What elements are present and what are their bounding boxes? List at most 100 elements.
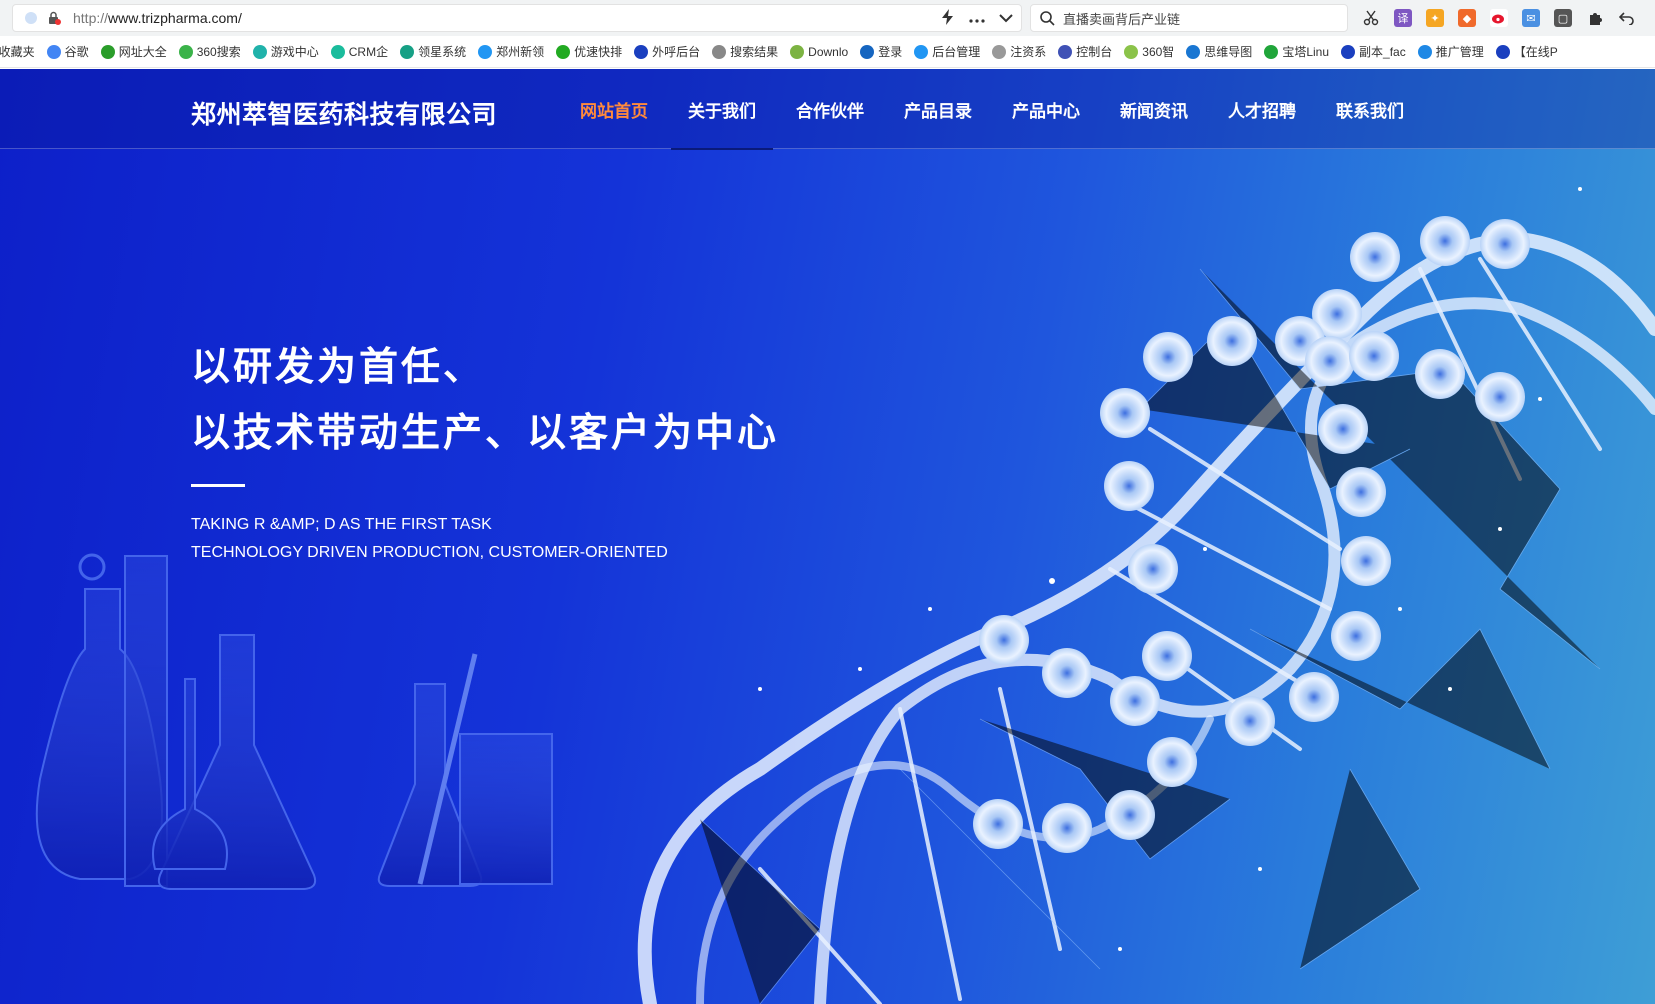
bookmark-label: 登录 [878,45,903,59]
bookmark-favicon-icon [860,44,875,59]
bookmark-favicon-icon [1186,44,1201,59]
bookmark-favicon-icon [178,44,193,59]
search-box[interactable]: 直播卖画背后产业链 [1030,4,1348,32]
bookmark-item[interactable]: l收藏夹 [0,43,35,60]
bookmark-label: 游戏中心 [270,45,319,59]
bookmark-label: Downlo [808,44,849,59]
menu-catalog[interactable]: 产品目录 [884,69,992,149]
window-icon[interactable]: ▢ [1554,9,1572,27]
url-host: www.trizpharma.com/ [108,10,242,26]
bookmark-favicon-icon [1495,44,1510,59]
menu-partners[interactable]: 合作伙伴 [776,69,884,149]
undo-icon[interactable] [1618,9,1636,27]
bookmark-item[interactable]: 控制台 [1058,43,1112,60]
menu-careers[interactable]: 人才招聘 [1208,69,1316,149]
dna-helix [637,231,1655,1004]
bookmark-item[interactable]: 登录 [860,43,902,60]
chevron-down-icon[interactable] [999,11,1013,27]
website-hero: 郑州萃智医药科技有限公司 网站首页 关于我们 合作伙伴 产品目录 产品中心 新闻… [0,69,1655,1004]
bookmark-favicon-icon [1264,44,1279,59]
bookmark-item[interactable]: 领星系统 [400,43,466,60]
bookmark-item[interactable]: 宝塔Linu [1264,43,1329,60]
sparkles [758,187,1582,951]
hero-title-line2: 以技术带动生产、以客户为中心 [191,411,780,456]
site-favicon-icon [25,12,37,24]
game-icon[interactable]: ◆ [1458,9,1476,27]
bookmark-label: 控制台 [1076,45,1113,59]
bookmarks-bar: l收藏夹 谷歌 网址大全 360搜索 游戏中心 CRM企 领星系统 郑州新领 优速快排 外呼后台 搜… [0,36,1655,68]
bookmark-label: 注资系 [1010,45,1047,59]
menu-products[interactable]: 产品中心 [992,69,1100,149]
bookmark-favicon-icon [1341,44,1356,59]
bookmark-item[interactable]: 游戏中心 [252,43,319,60]
bookmark-label: 宝塔Linu [1282,45,1330,59]
menu-contact[interactable]: 联系我们 [1316,69,1424,149]
bookmark-item[interactable]: 郑州新领 [478,43,544,60]
bookmark-item[interactable]: 网址大全 [100,43,167,60]
lab-glassware [35,553,553,890]
search-icon [1040,11,1055,26]
bookmark-item[interactable]: 外呼后台 [634,43,700,60]
weibo-icon[interactable] [1490,9,1508,27]
bookmark-item[interactable]: 【在线P [1495,43,1558,60]
bookmark-favicon-icon [400,44,415,59]
bookmark-favicon-icon [1058,44,1073,59]
menu-home[interactable]: 网站首页 [560,69,668,149]
hero-title: 以研发为首任、 以技术带动生产、以客户为中心 [191,335,779,467]
bookmark-item[interactable]: 360智 [1124,43,1174,60]
hero-title-line1: 以研发为首任、 [191,345,486,390]
bookmark-favicon-icon [556,44,571,59]
bookmark-favicon-icon [914,44,929,59]
bookmark-label: 谷歌 [64,45,89,59]
bookmark-favicon-icon [790,44,805,59]
bookmark-favicon-icon [1124,44,1139,59]
bookmark-label: 【在线P [1513,45,1558,59]
bookmark-favicon-icon [1417,44,1432,59]
bookmark-label: 外呼后台 [652,45,701,59]
bookmark-favicon-icon [330,44,345,59]
bookmark-item[interactable]: 思维导图 [1186,43,1252,60]
more-options-icon[interactable] [969,11,985,27]
menu-news[interactable]: 新闻资讯 [1100,69,1208,149]
dna-nodes [973,216,1530,853]
lightning-icon[interactable] [941,9,955,29]
bookmark-item[interactable]: Downlo [790,44,849,59]
bookmark-item[interactable]: CRM企 [330,43,389,60]
bookmark-item[interactable]: 谷歌 [46,43,89,60]
bookmark-label: 领星系统 [418,45,467,59]
network-lines [699,268,1601,1004]
bookmark-label: 360搜索 [196,45,241,59]
url-text[interactable]: http://www.trizpharma.com/ [73,10,242,26]
hero-subtitle: TAKING R &AMP; D AS THE FIRST TASK TECHN… [191,511,668,567]
bookmark-item[interactable]: 推广管理 [1417,43,1484,60]
bookmark-label: 副本_fac [1359,45,1406,59]
bookmark-label: 搜索结果 [730,45,779,59]
translate-icon[interactable]: 译 [1394,9,1412,27]
company-logo[interactable]: 郑州萃智医药科技有限公司 [191,95,497,131]
hero-divider [191,484,245,487]
url-protocol: http:// [73,10,109,26]
bookmark-item[interactable]: 注资系 [992,43,1046,60]
bookmark-item[interactable]: 后台管理 [914,43,980,60]
bookmark-favicon-icon [478,44,493,59]
address-bar[interactable]: http://www.trizpharma.com/ [12,4,1022,32]
puzzle-icon[interactable] [1586,9,1604,27]
bookmark-item[interactable]: 优速快排 [556,43,622,60]
hero-subtitle-line1: TAKING R &AMP; D AS THE FIRST TASK [191,516,492,533]
menu-about[interactable]: 关于我们 [668,69,776,150]
scissors-icon[interactable] [1362,9,1380,27]
bookmark-item[interactable]: 搜索结果 [712,43,778,60]
bookmark-label: 郑州新领 [496,45,545,59]
bookmark-label: 网址大全 [118,45,167,59]
shield-icon[interactable]: ✦ [1426,9,1444,27]
search-placeholder: 直播卖画背后产业链 [1063,11,1181,27]
bookmark-label: 思维导图 [1204,45,1253,59]
insecure-lock-icon[interactable] [47,11,61,25]
bookmark-item[interactable]: 360搜索 [178,43,241,60]
mail-icon[interactable]: ✉ [1522,9,1540,27]
bookmark-item[interactable]: 副本_fac [1341,43,1406,60]
bookmark-favicon-icon [634,44,649,59]
bookmark-label: CRM企 [348,45,389,59]
hero-subtitle-line2: TECHNOLOGY DRIVEN PRODUCTION, CUSTOMER-O… [191,544,668,561]
bookmark-label: l收藏夹 [0,45,35,59]
